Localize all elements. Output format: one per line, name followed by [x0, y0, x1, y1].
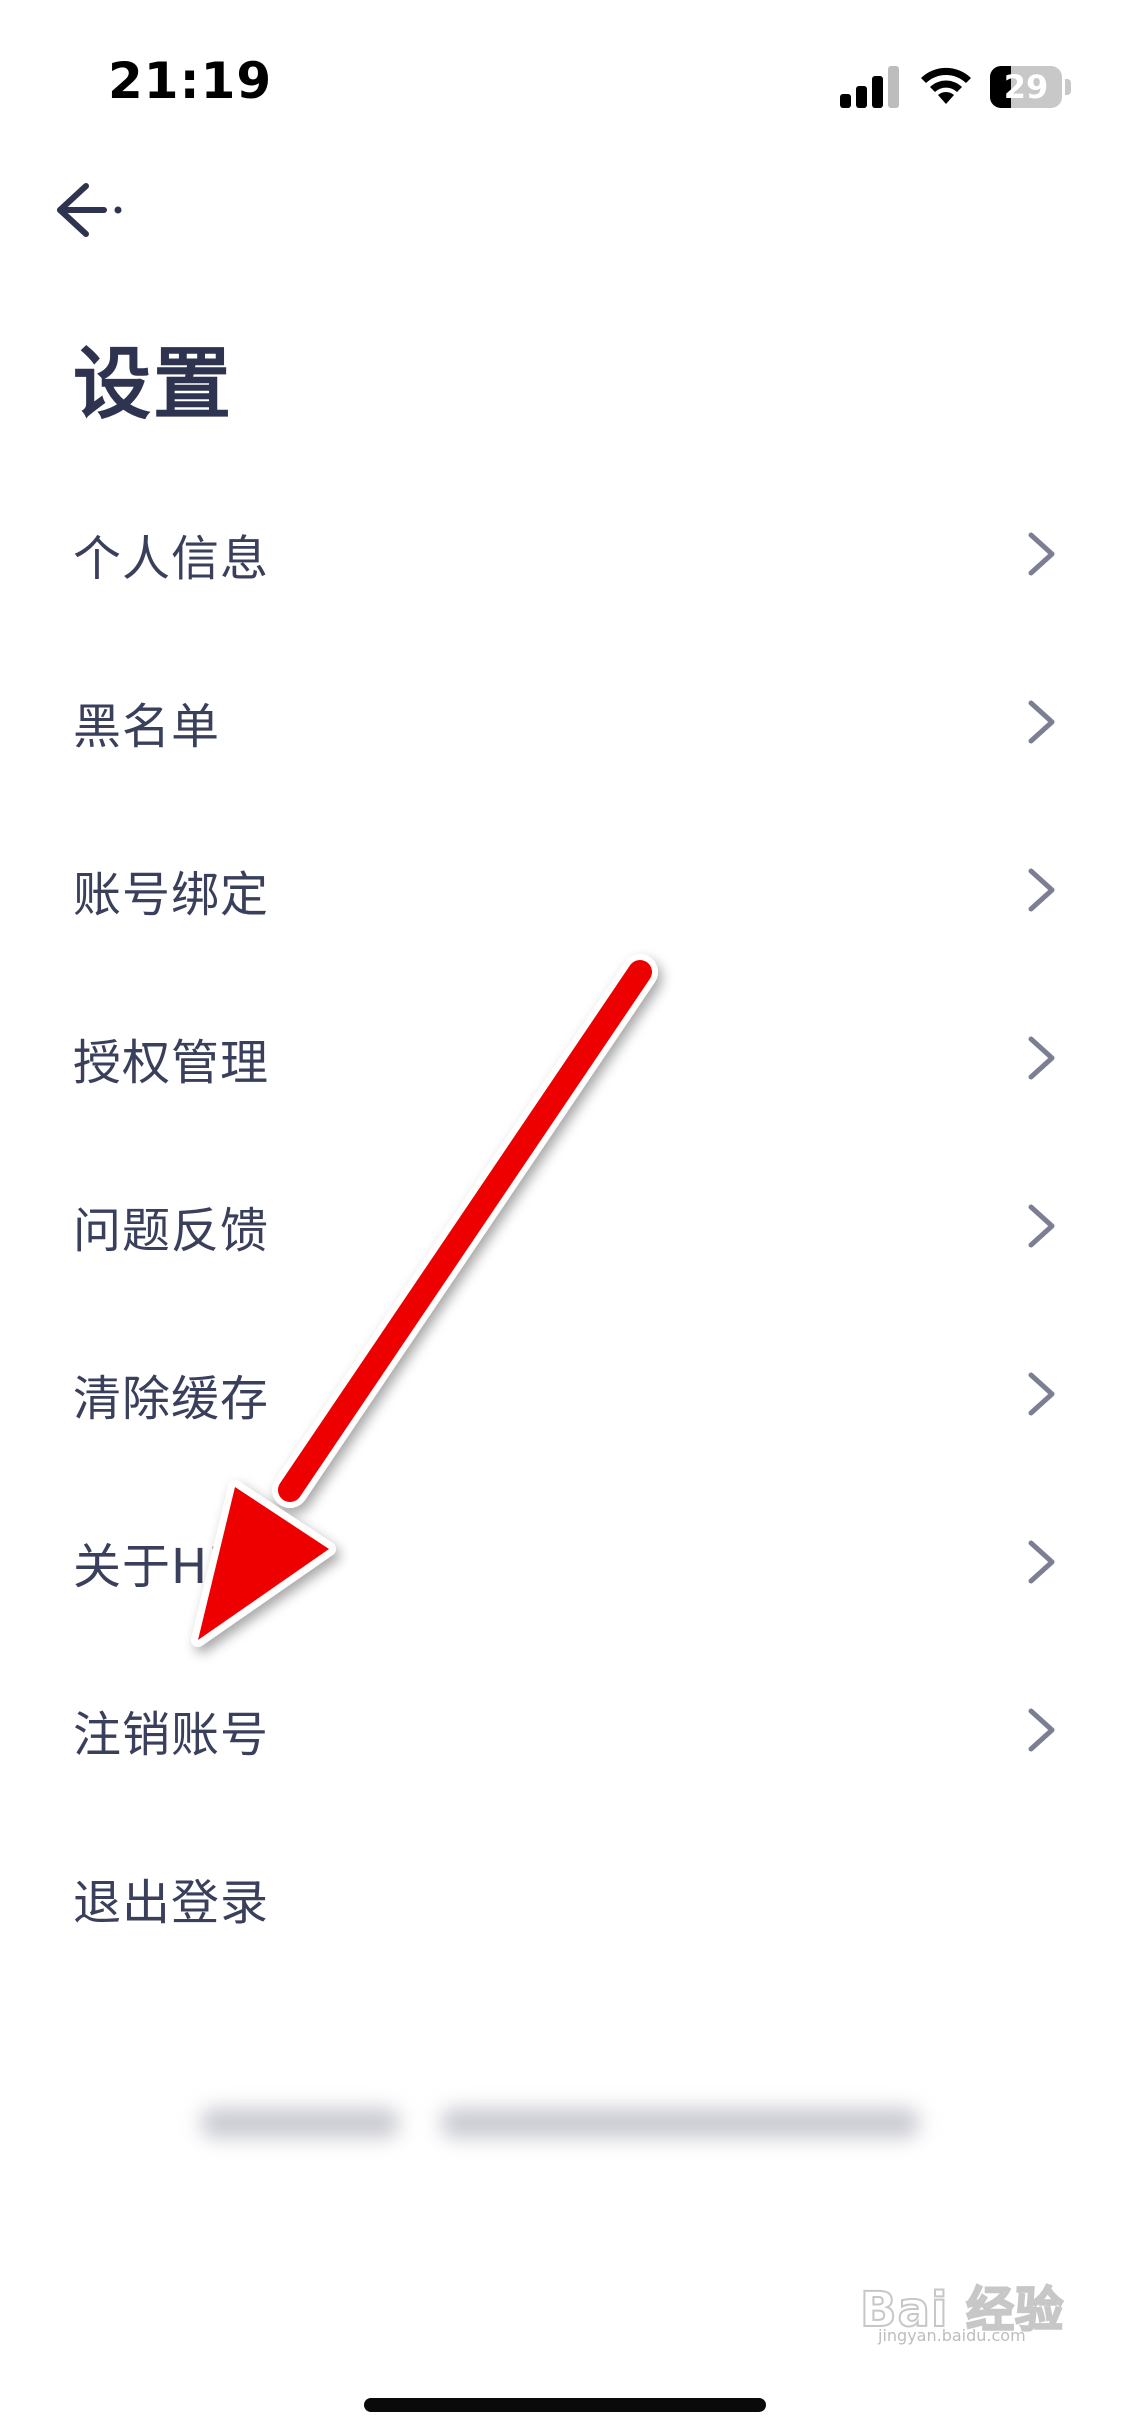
blurred-text-segment	[440, 2108, 920, 2138]
blurred-footer-text	[200, 2090, 920, 2160]
settings-menu-list: 个人信息 黑名单 账号绑定 授权管理 问题反馈 清除缓存 关于Hi 注销账号 退…	[0, 470, 1125, 1982]
battery-icon: 29	[990, 66, 1072, 108]
chevron-right-icon	[1025, 1033, 1059, 1083]
menu-item-label: 问题反馈	[73, 1203, 270, 1259]
blurred-text-segment	[200, 2108, 400, 2138]
battery-body: 29	[990, 66, 1062, 108]
battery-cap	[1065, 79, 1071, 95]
menu-item-label: 账号绑定	[73, 867, 270, 923]
menu-item-account-binding[interactable]: 账号绑定	[0, 806, 1125, 974]
chevron-right-icon	[1025, 529, 1059, 579]
arrow-left-icon	[57, 183, 122, 237]
wifi-icon	[918, 64, 974, 108]
baidu-watermark: Bai 经验 jingyan.baidu.com	[859, 2260, 1100, 2350]
menu-item-blacklist[interactable]: 黑名单	[0, 638, 1125, 806]
cellular-signal-icon	[840, 66, 902, 108]
battery-level: 29	[1003, 68, 1049, 106]
chevron-right-icon	[1025, 865, 1059, 915]
menu-item-label: 个人信息	[73, 531, 270, 587]
chevron-right-icon	[1025, 1369, 1059, 1419]
watermark-sub: jingyan.baidu.com	[878, 2326, 1026, 2345]
back-button[interactable]	[38, 170, 128, 250]
menu-item-label: 注销账号	[73, 1707, 270, 1763]
menu-item-label: 黑名单	[73, 699, 221, 755]
page-title: 设置	[73, 340, 234, 430]
status-time: 21:19	[108, 52, 273, 110]
chevron-right-icon	[1025, 1537, 1059, 1587]
menu-item-about[interactable]: 关于Hi	[0, 1478, 1125, 1646]
menu-item-clear-cache[interactable]: 清除缓存	[0, 1310, 1125, 1478]
menu-item-personal-info[interactable]: 个人信息	[0, 470, 1125, 638]
home-indicator[interactable]	[364, 2398, 766, 2412]
menu-item-feedback[interactable]: 问题反馈	[0, 1142, 1125, 1310]
menu-item-logout[interactable]: 退出登录	[0, 1814, 1125, 1982]
menu-item-authorization[interactable]: 授权管理	[0, 974, 1125, 1142]
status-bar: 21:19 29	[0, 0, 1125, 150]
chevron-right-icon	[1025, 1705, 1059, 1755]
menu-item-label: 退出登录	[73, 1875, 270, 1931]
menu-item-label: 授权管理	[73, 1035, 270, 1091]
menu-item-label: 关于Hi	[73, 1539, 223, 1595]
chevron-right-icon	[1025, 697, 1059, 747]
chevron-right-icon	[1025, 1201, 1059, 1251]
menu-item-delete-account[interactable]: 注销账号	[0, 1646, 1125, 1814]
menu-item-label: 清除缓存	[73, 1371, 270, 1427]
